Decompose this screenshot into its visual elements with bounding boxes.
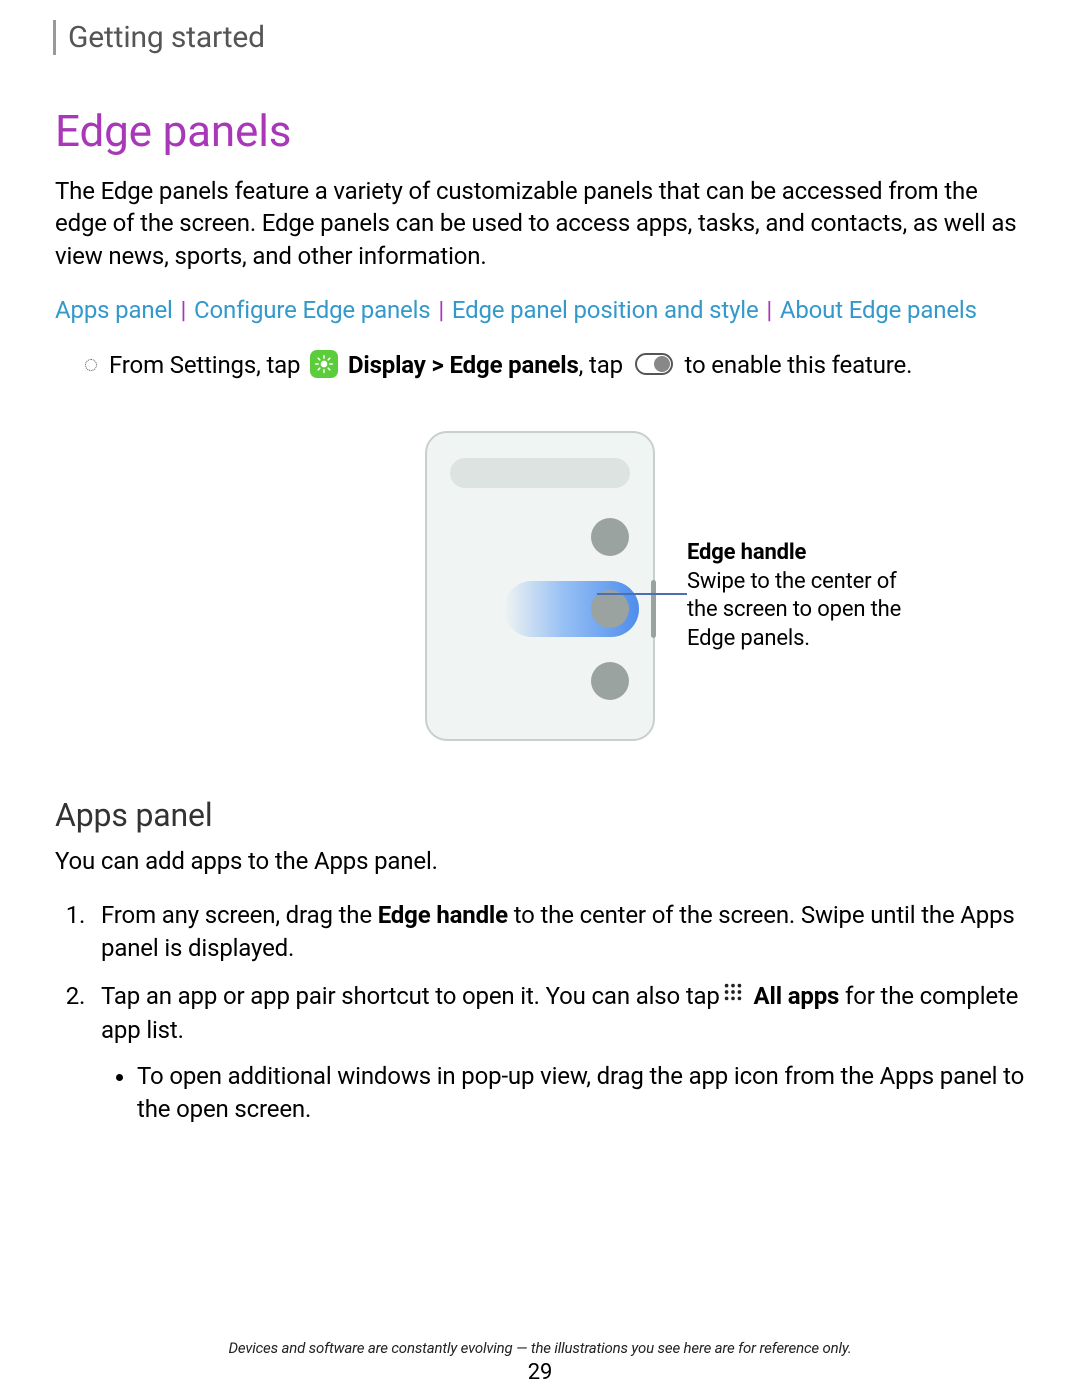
link-about-edge[interactable]: About Edge panels — [780, 296, 977, 324]
nav-separator: | — [181, 296, 187, 324]
link-edge-position[interactable]: Edge panel position and style — [452, 296, 759, 324]
step-bold: All apps — [748, 982, 840, 1010]
edge-handle-indicator — [651, 580, 656, 638]
instruction-text: to enable this feature. — [679, 351, 913, 379]
page-number: 29 — [0, 1360, 1080, 1385]
list-item: From any screen, drag the Edge handle to… — [91, 899, 1025, 964]
instruction-bold: Display > Edge panels — [342, 351, 579, 379]
instruction-text: From Settings, tap — [109, 351, 306, 379]
callout-line — [597, 593, 687, 595]
sub-list: To open additional windows in pop-up vie… — [137, 1060, 1025, 1125]
all-apps-icon — [722, 979, 744, 1011]
app-dot — [591, 662, 629, 700]
toggle-icon — [635, 353, 673, 375]
nav-separator: | — [438, 296, 444, 324]
callout-body: Swipe to the center of the screen to ope… — [687, 569, 901, 651]
intro-text: The Edge panels feature a variety of cus… — [55, 175, 1025, 272]
app-dot — [591, 518, 629, 556]
breadcrumb: Getting started — [68, 20, 1025, 55]
phone-illustration — [425, 431, 655, 741]
app-dot-active — [591, 590, 629, 628]
list-item: Tap an app or app pair shortcut to open … — [91, 980, 1025, 1125]
footer-note: Devices and software are constantly evol… — [0, 1339, 1080, 1357]
step-text: Tap an app or app pair shortcut to open … — [101, 982, 720, 1010]
nav-separator: | — [766, 296, 772, 324]
page-title: Edge panels — [55, 105, 1025, 157]
bullet-icon — [85, 359, 97, 371]
edge-panel-diagram: Edge handle Swipe to the center of the s… — [55, 421, 1025, 751]
link-apps-panel[interactable]: Apps panel — [55, 296, 173, 324]
section-nav: Apps panel | Configure Edge panels | Edg… — [55, 294, 1025, 326]
list-item: To open additional windows in pop-up vie… — [137, 1060, 1025, 1125]
section-heading: Apps panel — [55, 796, 1025, 834]
display-icon — [310, 350, 338, 378]
instruction-row: From Settings, tap Display > Edge panels… — [85, 349, 1025, 381]
step-text: From any screen, drag the — [101, 901, 378, 929]
instruction-text: , tap — [579, 351, 629, 379]
phone-header-bar — [450, 458, 630, 488]
callout-text: Edge handle Swipe to the center of the s… — [687, 539, 907, 653]
step-bold: Edge handle — [378, 901, 508, 929]
steps-list: From any screen, drag the Edge handle to… — [91, 899, 1025, 1125]
section-intro: You can add apps to the Apps panel. — [55, 846, 1025, 877]
link-configure-edge[interactable]: Configure Edge panels — [194, 296, 431, 324]
callout-title: Edge handle — [687, 540, 806, 565]
